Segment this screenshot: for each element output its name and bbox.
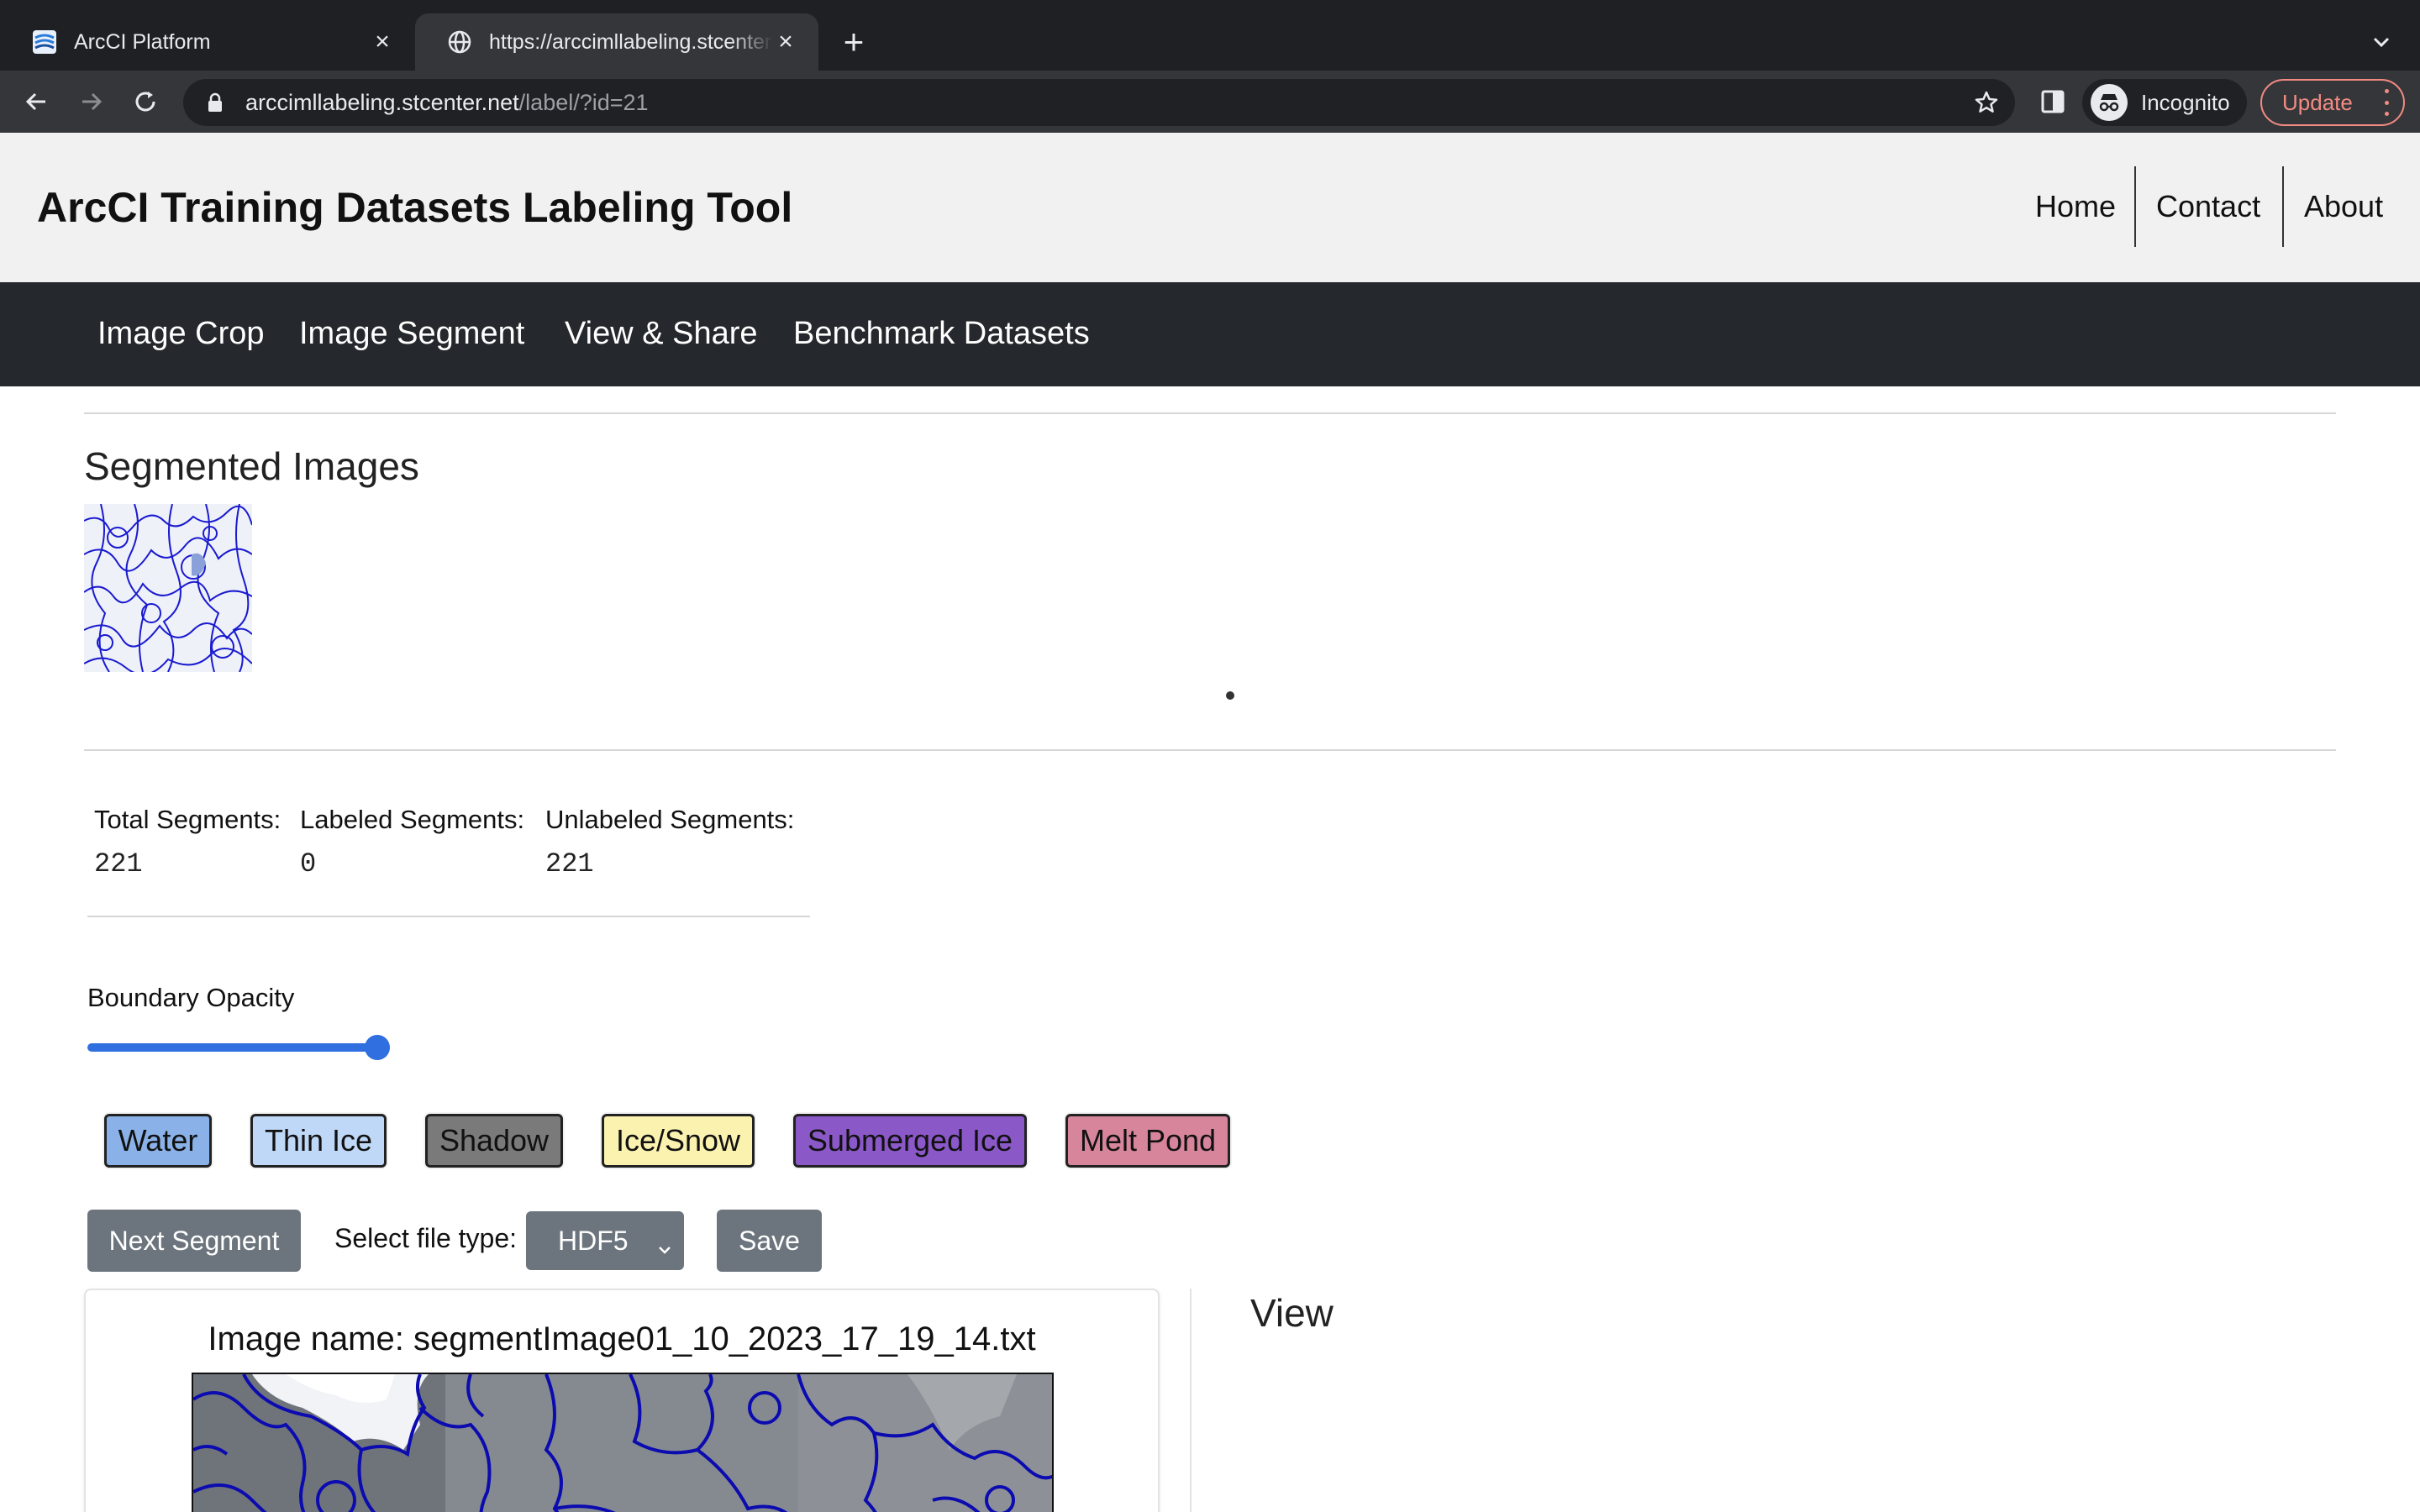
tab-title: https://arccimllabeling.stcenter.net/lab… <box>489 29 773 54</box>
file-type-value: HDF5 <box>558 1225 629 1256</box>
forward-arrow-icon[interactable] <box>71 81 113 123</box>
new-tab-icon[interactable]: + <box>835 22 872 61</box>
next-segment-button[interactable]: Next Segment <box>87 1210 301 1272</box>
browser-tab-active[interactable]: https://arccimllabeling.stcenter.net/lab… <box>415 13 818 71</box>
image-name: Image name: segmentImage01_10_2023_17_19… <box>208 1320 1036 1357</box>
nav-item-image-crop[interactable]: Image Crop <box>97 316 265 352</box>
tab-title: ArcCI Platform <box>74 29 211 54</box>
incognito-profile[interactable]: Incognito <box>2082 79 2247 126</box>
divider <box>84 749 2336 751</box>
browser-tab[interactable]: ArcCI Platform × <box>0 13 415 71</box>
vertical-divider <box>1190 1289 1192 1512</box>
stat-labeled: Labeled Segments: 0 <box>300 805 524 879</box>
url-path: /label/?id=21 <box>518 89 649 115</box>
arcci-favicon-icon <box>32 29 57 55</box>
stat-labeled-label: Labeled Segments: <box>300 805 525 834</box>
nav-item-benchmark-datasets[interactable]: Benchmark Datasets <box>793 316 1090 352</box>
stat-unlabeled-value: 221 <box>545 848 594 879</box>
lock-icon[interactable] <box>203 91 227 114</box>
site-title: ArcCI Training Datasets Labeling Tool <box>37 184 793 231</box>
site-header: ArcCI Training Datasets Labeling Tool Ho… <box>0 133 2420 282</box>
stat-unlabeled: Unlabeled Segments: 221 <box>545 805 794 879</box>
carousel-indicator[interactable] <box>1226 691 1234 700</box>
label-water-button[interactable]: Water <box>104 1114 212 1168</box>
main-nav: Image Crop Image Segment View & Share Be… <box>0 282 2420 386</box>
slider-track[interactable] <box>87 1043 390 1052</box>
label-ice-snow-button[interactable]: Ice/Snow <box>602 1114 755 1168</box>
section-title: Segmented Images <box>84 444 419 488</box>
segment-image-canvas[interactable] <box>192 1373 1054 1512</box>
boundary-opacity-label: Boundary Opacity <box>87 983 295 1012</box>
file-type-select[interactable]: HDF5 <box>526 1211 684 1270</box>
nav-link-home[interactable]: Home <box>2035 166 2136 247</box>
chevron-down-icon <box>657 1233 672 1254</box>
side-panel-icon[interactable] <box>2037 86 2069 118</box>
stat-total-label: Total Segments: <box>94 805 281 834</box>
save-button[interactable]: Save <box>717 1210 822 1272</box>
reload-icon[interactable] <box>124 81 166 123</box>
browser-tabstrip: ArcCI Platform × https://arccimllabeling… <box>0 0 2420 71</box>
tab-close-icon[interactable]: × <box>773 28 798 55</box>
segmented-image-thumbnail[interactable] <box>84 504 252 672</box>
label-submerged-ice-button[interactable]: Submerged Ice <box>793 1114 1027 1168</box>
globe-icon <box>447 29 472 55</box>
stat-total: Total Segments: 221 <box>94 805 281 879</box>
stat-total-value: 221 <box>94 848 143 879</box>
nav-link-about[interactable]: About <box>2282 166 2383 247</box>
slider-handle[interactable] <box>365 1035 390 1060</box>
stat-labeled-value: 0 <box>300 848 317 879</box>
label-shadow-button[interactable]: Shadow <box>425 1114 563 1168</box>
boundary-opacity-slider[interactable] <box>87 1035 390 1060</box>
nav-item-image-segment[interactable]: Image Segment <box>299 316 524 352</box>
segment-image-card: Image name: segmentImage01_10_2023_17_19… <box>84 1289 1160 1512</box>
bookmark-star-icon[interactable] <box>1973 89 2000 116</box>
tab-close-icon[interactable]: × <box>370 28 395 55</box>
incognito-label: Incognito <box>2141 89 2230 115</box>
label-melt-pond-button[interactable]: Melt Pond <box>1065 1114 1230 1168</box>
more-menu-icon[interactable] <box>2381 89 2391 116</box>
url-host: arccimllabeling.stcenter.net <box>245 89 519 115</box>
file-type-label: Select file type: <box>334 1223 517 1253</box>
update-label: Update <box>2282 89 2353 115</box>
nav-link-contact[interactable]: Contact <box>2134 166 2281 247</box>
chevron-down-icon[interactable] <box>2365 25 2398 59</box>
divider <box>87 916 810 917</box>
view-title: View <box>1250 1291 1334 1335</box>
stat-unlabeled-label: Unlabeled Segments: <box>545 805 795 834</box>
browser-toolbar: arccimllabeling.stcenter.net/label/?id=2… <box>0 71 2420 133</box>
update-button[interactable]: Update <box>2260 79 2405 126</box>
nav-item-view-share[interactable]: View & Share <box>565 316 758 352</box>
incognito-icon <box>2091 84 2128 121</box>
label-thin-ice-button[interactable]: Thin Ice <box>250 1114 387 1168</box>
back-arrow-icon[interactable] <box>15 81 57 123</box>
divider <box>84 412 2336 414</box>
address-bar[interactable]: arccimllabeling.stcenter.net/label/?id=2… <box>183 79 2015 126</box>
